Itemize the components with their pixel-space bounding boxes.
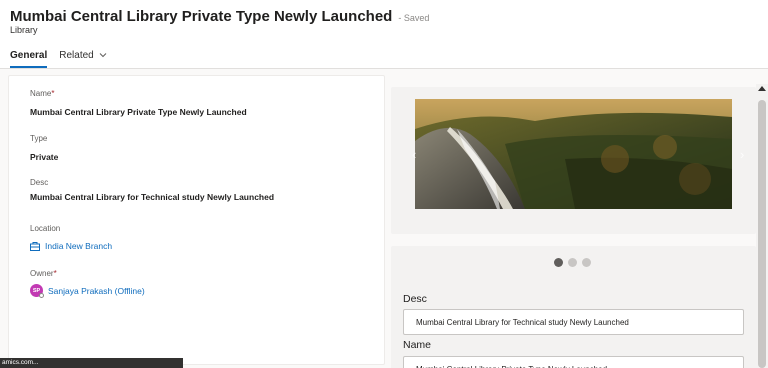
record-title: Mumbai Central Library Private Type Newl… bbox=[10, 8, 393, 25]
status-bar: amics.com... bbox=[0, 358, 183, 368]
general-section: Name* Mumbai Central Library Private Typ… bbox=[8, 75, 385, 365]
location-field: Location India New Branch bbox=[30, 224, 112, 251]
carousel-prev-button[interactable]: ‹ bbox=[412, 147, 416, 162]
desc-value[interactable]: Mumbai Central Library for Technical stu… bbox=[30, 192, 274, 202]
carousel-dot-1[interactable] bbox=[554, 258, 563, 267]
type-value[interactable]: Private bbox=[30, 152, 58, 162]
title-row: Mumbai Central Library Private Type Newl… bbox=[10, 8, 429, 25]
required-marker: * bbox=[51, 89, 55, 98]
details-desc-field[interactable]: Mumbai Central Library for Technical stu… bbox=[403, 309, 744, 335]
entity-type-label: Library bbox=[10, 25, 38, 35]
scrollbar-thumb[interactable] bbox=[758, 100, 766, 368]
carousel-next-button[interactable]: › bbox=[740, 147, 744, 162]
chevron-down-icon bbox=[99, 53, 107, 58]
scroll-up-icon[interactable] bbox=[758, 86, 766, 91]
owner-label: Owner* bbox=[30, 269, 145, 278]
desc-label: Desc bbox=[30, 178, 49, 187]
name-field: Name* Mumbai Central Library Private Typ… bbox=[30, 89, 247, 117]
carousel-image bbox=[415, 99, 732, 209]
presence-offline-icon bbox=[39, 293, 44, 298]
required-marker: * bbox=[53, 269, 57, 278]
landscape-image bbox=[415, 99, 732, 209]
details-panel: Desc Mumbai Central Library for Technica… bbox=[391, 246, 756, 368]
building-icon bbox=[30, 241, 40, 251]
owner-field: Owner* SP Sanjaya Prakash (Offline) bbox=[30, 269, 145, 298]
owner-value: Sanjaya Prakash (Offline) bbox=[48, 285, 145, 296]
image-carousel: ‹ › bbox=[391, 87, 756, 234]
header-divider bbox=[0, 68, 768, 69]
type-field: Type Private bbox=[30, 134, 58, 162]
details-name-field[interactable]: Mumbai Central Library Private Type Newl… bbox=[403, 356, 744, 368]
desc-field: Desc Mumbai Central Library for Technica… bbox=[30, 178, 274, 202]
save-status: - Saved bbox=[398, 13, 430, 23]
form-header: Mumbai Central Library Private Type Newl… bbox=[0, 0, 768, 68]
tab-related[interactable]: Related bbox=[59, 45, 107, 65]
details-name-label: Name bbox=[403, 339, 432, 351]
carousel-indicators bbox=[554, 258, 596, 267]
name-label-text: Name bbox=[30, 89, 52, 98]
owner-label-text: Owner bbox=[30, 269, 54, 278]
name-label: Name* bbox=[30, 89, 247, 98]
tab-list: General Related bbox=[10, 45, 119, 68]
details-desc-label: Desc bbox=[403, 293, 427, 305]
name-value[interactable]: Mumbai Central Library Private Type Newl… bbox=[30, 107, 247, 117]
tab-general[interactable]: General bbox=[10, 45, 48, 68]
tab-related-label: Related bbox=[59, 49, 94, 61]
location-label: Location bbox=[30, 224, 61, 233]
avatar: SP bbox=[30, 284, 44, 298]
owner-link[interactable]: SP Sanjaya Prakash (Offline) bbox=[30, 284, 145, 298]
carousel-dot-3[interactable] bbox=[582, 258, 591, 267]
tab-general-label: General bbox=[10, 49, 48, 61]
type-label: Type bbox=[30, 134, 48, 143]
location-value: India New Branch bbox=[45, 241, 113, 251]
carousel-dot-2[interactable] bbox=[568, 258, 577, 267]
location-link[interactable]: India New Branch bbox=[30, 241, 112, 251]
